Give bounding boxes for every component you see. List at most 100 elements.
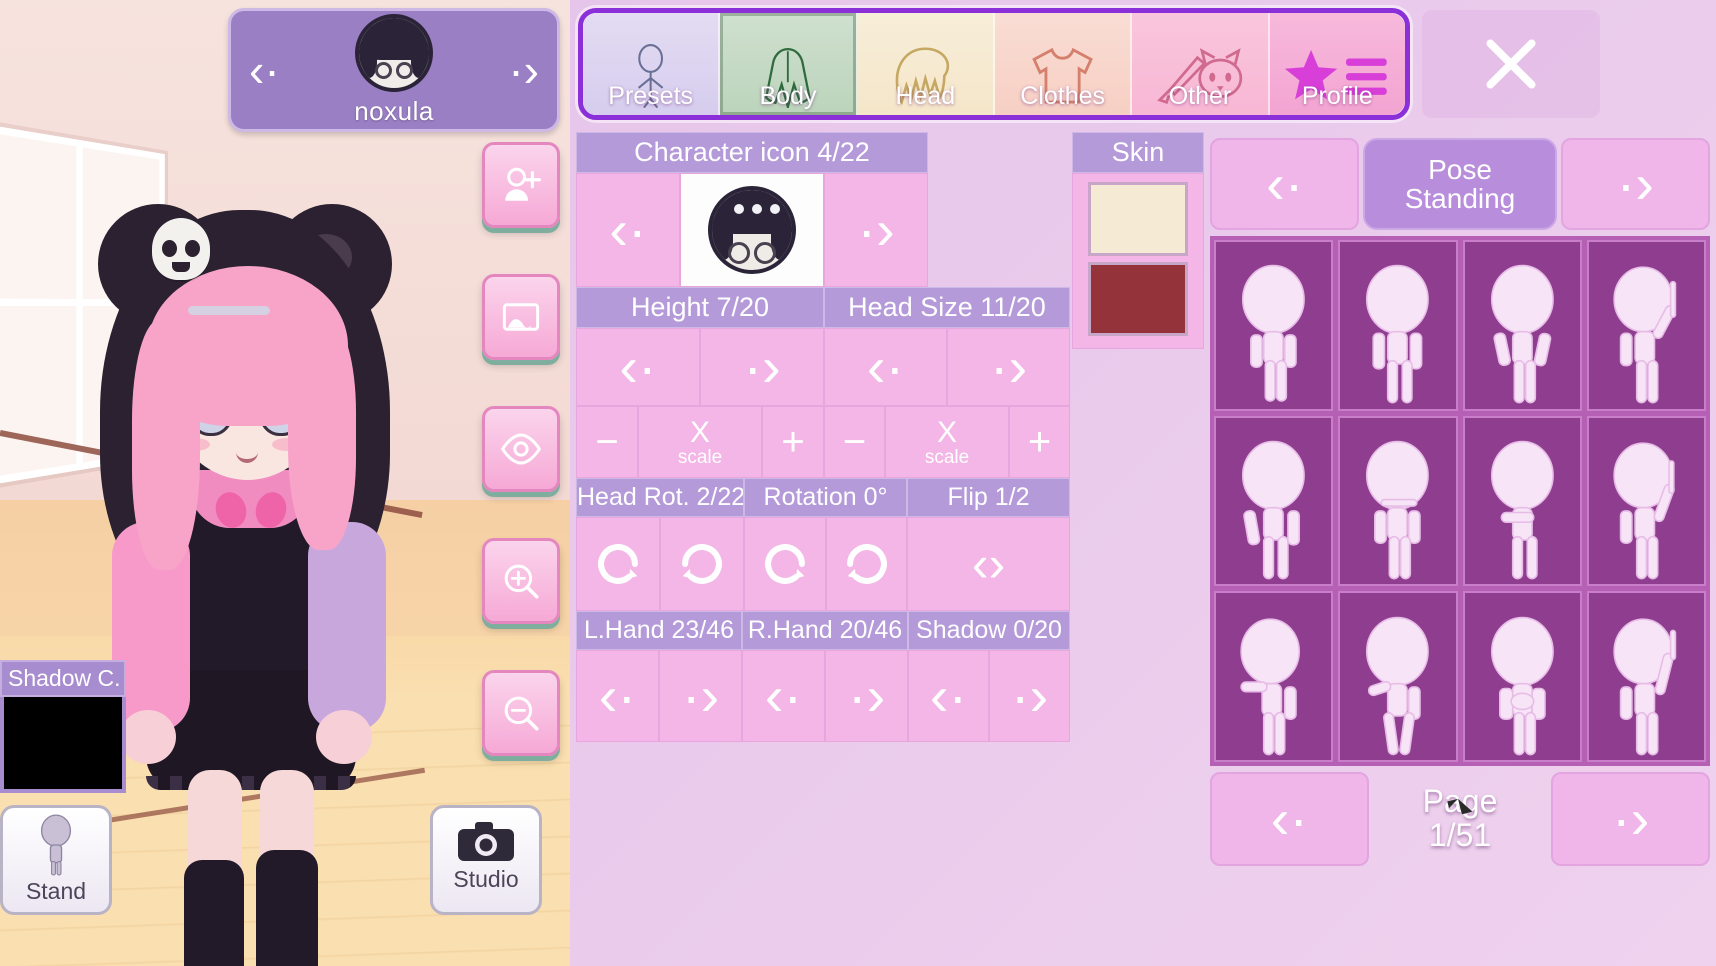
character-icon-controls: ‹· ·› [576, 173, 1070, 287]
tab-clothes[interactable]: Clothes [994, 13, 1133, 115]
prev-arrow: ‹· [1270, 787, 1309, 850]
background-button[interactable] [482, 274, 560, 360]
magnifier-plus-icon [504, 564, 539, 599]
character-icon-prev-button[interactable]: ‹· [576, 173, 680, 287]
head-size-scale-plus-button[interactable]: + [1009, 406, 1070, 478]
rotation-buttons-row: ‹› [576, 517, 1070, 611]
head-rotate-ccw-button[interactable] [660, 517, 744, 611]
studio-button[interactable]: Studio [430, 805, 542, 915]
pose-thumbnail[interactable] [1462, 240, 1582, 411]
rotate-cw-icon [765, 544, 805, 584]
pose-thumbnail[interactable] [1586, 415, 1706, 587]
character-next-button[interactable]: ·› [508, 47, 539, 93]
pose-thumbnail[interactable] [1338, 415, 1458, 587]
hands-headers-row: L.Hand 23/46 R.Hand 20/46 Shadow 0/20 [576, 611, 1070, 650]
tab-profile-label: Profile [1301, 82, 1373, 110]
page-next-button[interactable]: ·› [1551, 772, 1711, 866]
character-icon-preview[interactable] [680, 173, 824, 287]
tab-other[interactable]: Other [1132, 13, 1270, 115]
zoom-out-button[interactable] [482, 670, 560, 756]
character-selector-center: noxula [354, 13, 434, 127]
left-hand-prev-button[interactable]: ‹· [576, 650, 659, 742]
character-icon-face [708, 186, 796, 274]
head-rotate-cw-button[interactable] [576, 517, 660, 611]
pose-thumbnail[interactable] [1586, 591, 1706, 762]
studio-button-label: Studio [453, 866, 519, 892]
character-icon-next-button[interactable]: ·› [824, 173, 928, 287]
stand-button[interactable]: Stand [0, 805, 112, 915]
character-icon-row: Character icon 4/22 [576, 132, 1070, 173]
pose-current-button[interactable]: Pose Standing [1363, 138, 1557, 230]
skull-hair-accessory [152, 218, 210, 280]
height-label: Height 7/20 [576, 287, 824, 328]
shadow-color-control[interactable]: Shadow C. [0, 660, 126, 793]
preview-eye-button[interactable] [482, 406, 560, 492]
prev-arrow: ‹· [598, 664, 637, 727]
left-toolbar [482, 142, 560, 802]
pose-prev-button[interactable]: ‹· [1210, 138, 1360, 230]
skin-control: Skin [1072, 132, 1204, 349]
close-button[interactable] [1422, 10, 1600, 118]
shadow-next-button[interactable]: ·› [989, 650, 1070, 742]
character-ribbon [218, 486, 284, 544]
head-size-scale-minus-button[interactable]: − [824, 406, 885, 478]
tab-head[interactable]: Head [857, 13, 995, 115]
height-next-button[interactable]: ·› [700, 328, 824, 406]
character-prev-button[interactable]: ‹· [249, 47, 280, 93]
left-hand-next-button[interactable]: ·› [659, 650, 742, 742]
right-hand-prev-button[interactable]: ‹· [742, 650, 825, 742]
add-character-button[interactable] [482, 142, 560, 228]
pose-thumbnail[interactable] [1338, 240, 1458, 411]
zoom-in-button[interactable] [482, 538, 560, 624]
chibi-figure-icon [40, 814, 72, 876]
hair-side-right [288, 320, 356, 550]
pose-thumbnail[interactable] [1586, 240, 1706, 411]
rotate-ccw-button[interactable] [826, 517, 907, 611]
character-avatar[interactable] [355, 13, 433, 92]
scale-text: scale [677, 446, 723, 468]
pose-thumbnail[interactable] [1214, 591, 1334, 762]
pose-thumbnail[interactable] [1214, 415, 1334, 587]
character-selector[interactable]: ‹· noxula ·› [228, 8, 560, 132]
rotation-label: Rotation 0° [744, 478, 907, 517]
pose-grid [1210, 236, 1710, 766]
minus-glyph: − [595, 419, 619, 464]
pose-thumbnail[interactable] [1462, 415, 1582, 587]
tab-body[interactable]: Body [720, 13, 858, 115]
pose-thumbnail[interactable] [1462, 591, 1582, 762]
scale-row: − X scale + − X scale + [576, 406, 1070, 478]
right-hand-next-button[interactable]: ·› [825, 650, 908, 742]
prev-arrow: ‹· [619, 335, 657, 398]
pose-thumbnail[interactable] [1338, 591, 1458, 762]
height-prev-button[interactable]: ‹· [576, 328, 700, 406]
hair-side-left [132, 320, 200, 570]
scale-x-glyph: X [936, 415, 957, 449]
flip-label: Flip 1/2 [907, 478, 1070, 517]
height-scale-label: X scale [638, 406, 762, 478]
pose-title: Pose [1428, 153, 1492, 185]
head-size-next-button[interactable]: ·› [947, 328, 1070, 406]
shadow-color-label: Shadow C. [0, 660, 126, 697]
skin-swatch-base[interactable] [1088, 182, 1188, 256]
flip-toggle-button[interactable]: ‹› [907, 517, 1070, 611]
tab-profile[interactable]: Profile [1269, 13, 1405, 115]
pose-selector: ‹· Pose Standing ·› [1210, 138, 1710, 230]
tab-head-label: Head [895, 82, 956, 110]
shadow-prev-button[interactable]: ‹· [908, 650, 989, 742]
pose-thumbnail[interactable] [1214, 240, 1334, 411]
page-prev-button[interactable]: ‹· [1210, 772, 1369, 866]
pose-next-button[interactable]: ·› [1560, 138, 1710, 230]
person-plus-icon [505, 167, 541, 201]
head-rotation-label: Head Rot. 2/22 [576, 478, 744, 517]
head-size-prev-button[interactable]: ‹· [824, 328, 947, 406]
rotate-cw-icon [598, 544, 638, 584]
height-scale-plus-button[interactable]: + [762, 406, 824, 478]
shadow-color-swatch[interactable] [0, 697, 126, 793]
tab-presets[interactable]: Presets [583, 13, 721, 115]
prev-arrow: ‹· [929, 664, 968, 727]
height-scale-minus-button[interactable]: − [576, 406, 638, 478]
rotate-cw-button[interactable] [744, 517, 826, 611]
skin-swatch-secondary[interactable] [1088, 262, 1188, 336]
minus-glyph: − [842, 419, 867, 464]
character-icon-label: Character icon 4/22 [576, 132, 928, 173]
